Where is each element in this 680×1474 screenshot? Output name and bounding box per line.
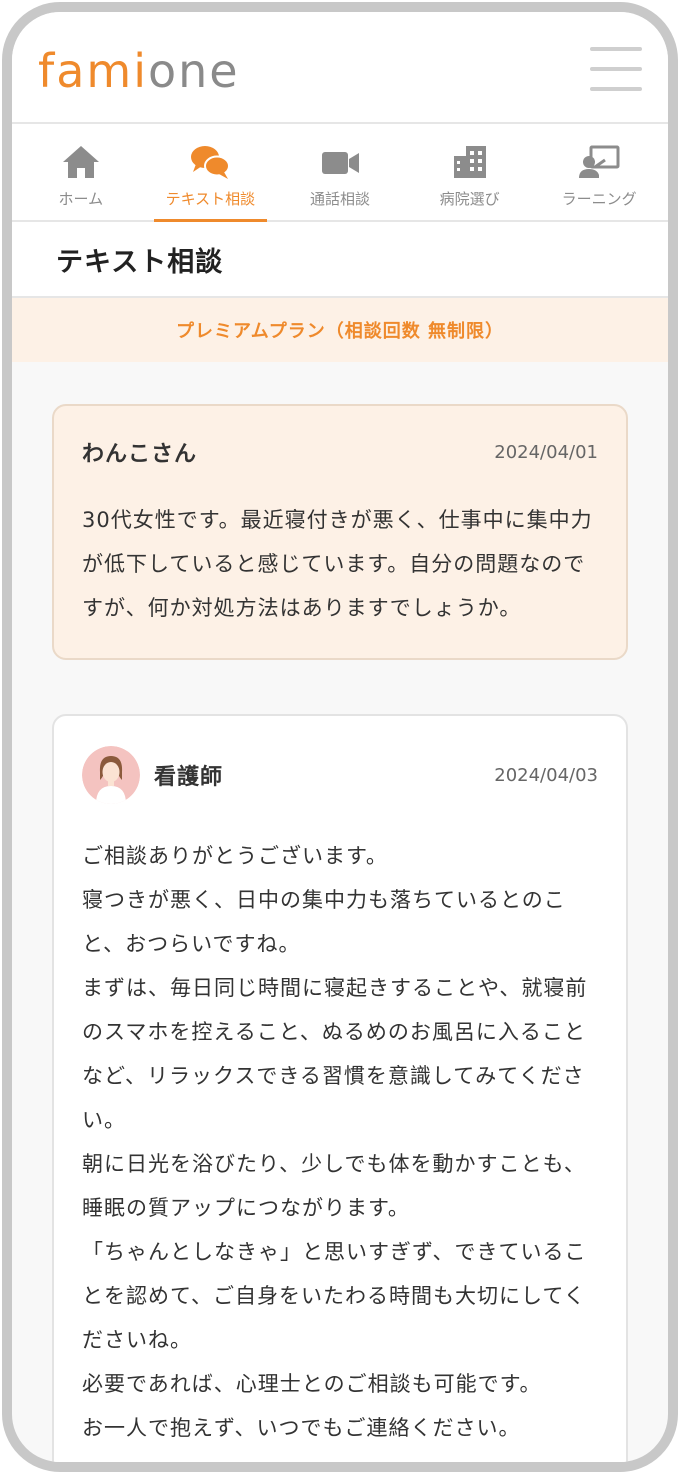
logo-text-fami: fami (38, 44, 148, 98)
answer-paragraph: まずは、毎日同じ時間に寝起きすることや、就寝前のスマホを控えること、ぬるめのお風… (82, 976, 588, 1132)
question-card-header: わんこさん 2024/04/01 (82, 436, 598, 468)
answer-body: ご相談ありがとうございます。 寝つきが悪く、日中の集中力も落ちているとのこと、お… (82, 834, 598, 1450)
tab-call-consult[interactable]: 通話相談 (275, 124, 405, 220)
tab-learning[interactable]: ラーニング (534, 124, 664, 220)
tab-text-consult[interactable]: テキスト相談 (146, 124, 276, 222)
page-title: テキスト相談 (56, 246, 224, 278)
hamburger-menu-icon[interactable] (590, 47, 642, 91)
tab-call-consult-label: 通話相談 (309, 190, 370, 208)
home-icon (62, 146, 99, 178)
question-card: わんこさん 2024/04/01 30代女性です。最近寝付きが悪く、仕事中に集中… (52, 404, 628, 660)
tab-learning-label: ラーニング (561, 190, 637, 208)
page-title-bar: テキスト相談 (12, 222, 668, 298)
question-date: 2024/04/01 (494, 441, 598, 463)
answer-paragraph: 「ちゃんとしなきゃ」と思いすぎず、できていることを認めて、ご自身をいたわる時間も… (82, 1240, 587, 1352)
answer-paragraph: お一人で抱えず、いつでもご連絡ください。 (82, 1416, 521, 1440)
tab-home[interactable]: ホーム (16, 124, 146, 220)
video-camera-icon (321, 152, 359, 174)
tab-home-label: ホーム (58, 190, 104, 208)
answer-paragraph: ご相談ありがとうございます。 (82, 844, 388, 868)
answer-paragraph: 寝つきが悪く、日中の集中力も落ちているとのこと、おつらいですね。 (82, 888, 566, 956)
learning-icon (579, 145, 620, 178)
logo-text-one: one (147, 44, 240, 98)
chat-bubbles-icon (191, 146, 231, 179)
answer-author-name: 看護師 (154, 765, 224, 790)
question-author-name: わんこさん (82, 442, 198, 467)
tab-text-consult-label: テキスト相談 (165, 190, 256, 208)
answer-author: 看護師 (82, 746, 223, 804)
nurse-avatar (82, 746, 140, 804)
app-header: famione (12, 12, 668, 124)
tab-hospital[interactable]: 病院選び (405, 124, 535, 220)
answer-paragraph: 必要であれば、心理士とのご相談も可能です。 (82, 1372, 542, 1396)
answer-card-header: 看護師 2024/04/03 (82, 746, 598, 804)
answer-date: 2024/04/03 (494, 764, 598, 786)
answer-paragraph: 朝に日光を浴びたり、少しでも体を動かすことも、睡眠の質アップにつながります。 (82, 1152, 586, 1220)
question-body: 30代女性です。最近寝付きが悪く、仕事中に集中力が低下していると感じています。自… (82, 508, 593, 620)
consultation-thread: わんこさん 2024/04/01 30代女性です。最近寝付きが悪く、仕事中に集中… (12, 362, 668, 1462)
tab-bar: ホーム テキスト相談 通話相談 病院選び ラーニング (12, 124, 668, 222)
screen: famione ホーム テキスト相談 通話相談 病院選び ラーニング テキスト相… (12, 12, 668, 1462)
plan-banner-text: プレミアムプラン（相談回数 無制限） (176, 321, 504, 342)
tab-hospital-label: 病院選び (439, 190, 500, 208)
plan-banner: プレミアムプラン（相談回数 無制限） (12, 298, 668, 362)
device-frame: famione ホーム テキスト相談 通話相談 病院選び ラーニング テキスト相… (2, 2, 678, 1472)
app-logo[interactable]: famione (38, 48, 240, 94)
hospital-icon (453, 146, 486, 178)
answer-card: 看護師 2024/04/03 ご相談ありがとうございます。 寝つきが悪く、日中の… (52, 714, 628, 1462)
